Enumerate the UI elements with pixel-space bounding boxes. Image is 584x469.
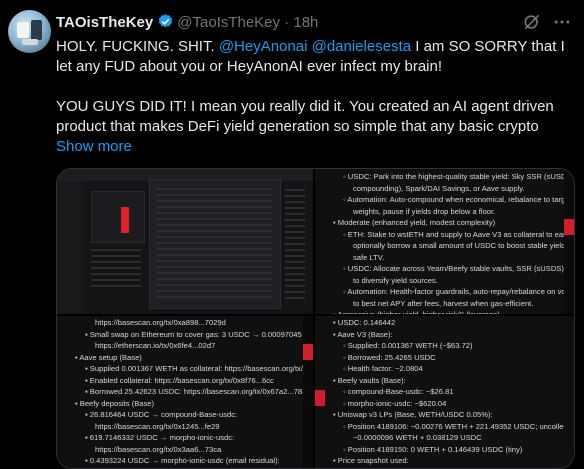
text-line: ▪ 0.4393224 USDC → morpho-ionic-usdc (em…	[85, 456, 280, 465]
screenshot-red-marker	[121, 207, 129, 233]
tweet-header: TAOisTheKey @TaoIsTheKey · 18h	[56, 13, 576, 33]
avatar-art	[31, 20, 42, 40]
text-line: • Beefy deposits (Base)	[75, 398, 155, 408]
screenshot-dialog	[149, 179, 281, 309]
media-image-portfolio-summary[interactable]: • USDC: 0.146442 • Aave V3 (Base): ◦ Suppl…	[315, 316, 574, 468]
text-line: ◦ USDC: Park into the highest-quality st…	[343, 172, 564, 181]
tweet-text-span: HOLY. FUCKING. SHIT.	[56, 38, 219, 55]
separator-dot: ·	[284, 14, 290, 31]
text-line: ▪ 26.816464 USDC → compound-Base-usdc:	[85, 410, 238, 419]
scrollbar	[303, 316, 313, 468]
text-line: • Aave setup (Base)	[75, 352, 142, 362]
tweet-paragraph: YOU GUYS DID IT! I mean you really did i…	[56, 98, 554, 135]
screenshot-dialog-text	[156, 188, 272, 300]
grok-icon[interactable]	[522, 12, 542, 37]
more-icon[interactable]	[552, 12, 572, 37]
media-grid[interactable]: ◦ USDC: Park into the highest-quality st…	[56, 168, 575, 469]
text-line: ◦ Health factor: ~2.0804	[343, 364, 423, 373]
portfolio-text: • USDC: 0.146442 • Aave V3 (Base): ◦ Suppl…	[323, 317, 564, 468]
red-scroll-handle	[564, 219, 574, 235]
text-line: to best net APY after fees, harvest when…	[353, 298, 534, 308]
text-line: ▪ Supplied 0.001367 WETH as collateral: …	[85, 364, 303, 373]
media-image-transaction-log[interactable]: https://basescan.org/tx/0xa898...7029d ▪ …	[57, 316, 313, 468]
transaction-text: https://basescan.org/tx/0xa898...7029d ▪ …	[65, 317, 303, 468]
avatar-art	[17, 22, 29, 38]
screenshot-text	[285, 189, 305, 299]
screenshot-widget	[91, 191, 145, 243]
text-line: https://basescan.org/tx/0x1245...fe29	[95, 421, 220, 431]
text-line: ◦ ETH: Stake to wstETH and supply to Aav…	[343, 229, 564, 239]
text-line: safe LTV.	[353, 252, 385, 262]
screenshot-sidebar	[57, 181, 83, 314]
text-line: • Uniswap v3 LPs (Base, WETH/USDC 0.05%)…	[333, 410, 493, 419]
tweet-text: HOLY. FUCKING. SHIT. @HeyAnonai @daniele…	[56, 37, 576, 157]
text-line: ◦ USDC: Allocate across Yearn/Beefy stab…	[343, 264, 564, 273]
verified-badge-icon	[157, 13, 174, 36]
text-line: ▪ Enabled collateral: https://basescan.o…	[85, 375, 274, 385]
avatar-art	[22, 39, 38, 45]
text-line: • Price snapshot used:	[333, 456, 409, 465]
media-image-strategy-text[interactable]: ◦ USDC: Park into the highest-quality st…	[315, 169, 574, 314]
text-line: ◦ Position 4189106: ~0.00276 WETH + 221.…	[343, 421, 564, 431]
author-name[interactable]: TAOisTheKey	[56, 14, 153, 31]
author-handle[interactable]: @TaoIsTheKey	[177, 14, 280, 31]
text-line: ◦ morpho-ionic-usdc: ~$620.04	[343, 398, 447, 408]
text-line: ◦ Supplied: 0.001367 WETH (~$63.72)	[343, 341, 473, 350]
text-line: https://basescan.org/tx/0x3aa6...73ca	[95, 444, 222, 454]
text-line: to diversify yield sources.	[353, 275, 438, 285]
post-time[interactable]: 18h	[293, 14, 318, 31]
text-line: ◦ compound-Base-usdc: ~$26.81	[343, 387, 454, 396]
text-line: ◦ Automation: Auto-compound when economi…	[343, 195, 564, 204]
text-line: ◦ Borrowed: 25.4265 USDC	[343, 352, 436, 362]
mention-heyanonai[interactable]: @HeyAnonai	[219, 38, 308, 55]
text-line: • Aave V3 (Base):	[333, 329, 393, 339]
text-line: optionally borrow a small amount of USDC…	[353, 241, 564, 250]
text-line: • USDC: 0.146442	[333, 318, 396, 327]
text-line: ▪ 619.7146332 USDC → morpho-ionic-usdc:	[85, 433, 235, 442]
text-line: ▪ Borrowed 25.42623 USDC: https://basesc…	[85, 387, 303, 396]
text-line: • Aggressive (higher yield, higher risk/…	[323, 309, 564, 314]
text-line: https://etherscan.io/tx/0x6fe4...02d7	[95, 341, 216, 350]
author-avatar[interactable]	[8, 10, 51, 53]
text-line: ~0.0000096 WETH + 0.038129 USDC	[353, 433, 482, 442]
text-line: ▪ Small swap on Ethereum to cover gas: 3…	[85, 329, 303, 339]
mention-danielesesta[interactable]: @danielesesta	[312, 38, 411, 55]
red-scroll-handle	[303, 344, 313, 360]
text-line: • Moderate (enhanced yield, modest compl…	[333, 218, 496, 227]
text-line: ◦ Position 4189150: 0 WETH + 0.146439 US…	[343, 444, 523, 454]
text-line: • Beefy vaults (Base):	[333, 375, 406, 385]
screenshot-text	[91, 249, 141, 289]
strategy-text: ◦ USDC: Park into the highest-quality st…	[323, 171, 564, 314]
media-image-app-screenshot[interactable]	[57, 169, 313, 314]
red-scroll-handle	[315, 390, 325, 406]
text-line: ◦ Automation: Health-factor guardrails, …	[343, 287, 564, 296]
text-line: compounding), Spark/DAI Savings, or Aave…	[353, 183, 525, 193]
scrollbar	[564, 169, 574, 314]
text-line: https://basescan.org/tx/0xa898...7029d	[95, 318, 226, 327]
show-more-link[interactable]: Show more	[56, 138, 132, 155]
text-line: weights, pause if yields drop below a fl…	[353, 206, 496, 216]
